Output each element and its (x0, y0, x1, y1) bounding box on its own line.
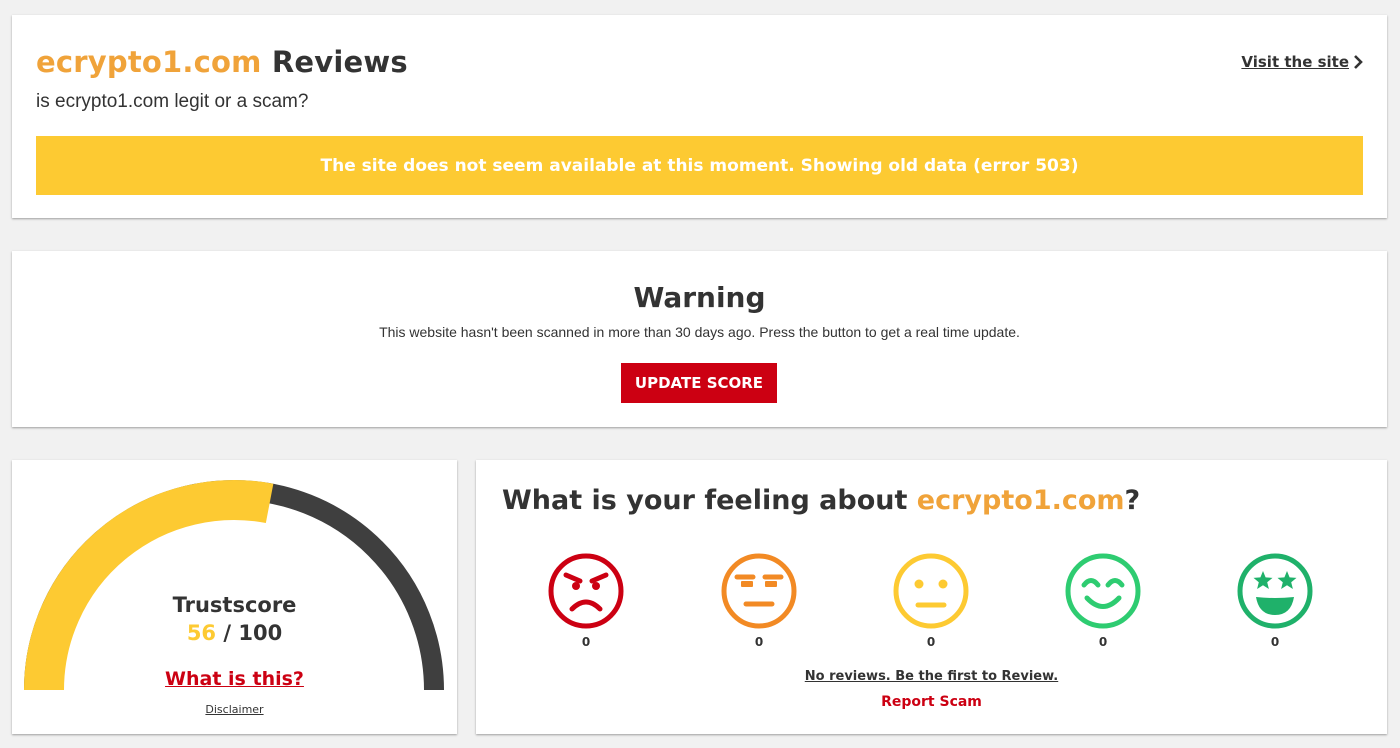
error-banner: The site does not seem available at this… (36, 136, 1363, 195)
angry-face-icon[interactable] (546, 551, 626, 631)
feeling-title: What is your feeling about ecrypto1.com? (502, 485, 1140, 516)
what-is-this-link[interactable]: What is this? (12, 668, 457, 690)
page-title-suffix: Reviews (271, 45, 408, 79)
chevron-right-icon (1354, 55, 1363, 69)
feeling-title-prefix: What is your feeling about (502, 485, 917, 516)
neutral-face-icon[interactable] (891, 551, 971, 631)
trustscore-label: Trustscore (172, 593, 297, 617)
visit-site-label: Visit the site (1241, 53, 1349, 71)
warning-card: Warning This website hasn't been scanned… (12, 251, 1387, 427)
page-title: ecrypto1.com Reviews (36, 45, 408, 79)
neutral-count: 0 (926, 635, 936, 649)
trustscore-separator: / (216, 621, 239, 645)
warning-title: Warning (633, 281, 766, 314)
first-review-link[interactable]: No reviews. Be the first to Review. (476, 669, 1387, 684)
smiling-count: 0 (1098, 635, 1108, 649)
star-eyes-face-icon[interactable] (1235, 551, 1315, 631)
page-title-domain: ecrypto1.com (36, 45, 262, 79)
annoyed-count: 0 (754, 635, 764, 649)
smiling-face-icon[interactable] (1063, 551, 1143, 631)
update-score-button[interactable]: UPDATE SCORE (621, 363, 777, 403)
angry-count: 0 (581, 635, 591, 649)
warning-text: This website hasn't been scanned in more… (379, 324, 1020, 340)
feeling-title-domain: ecrypto1.com (916, 485, 1125, 516)
page-subtitle: is ecrypto1.com legit or a scam? (36, 91, 309, 112)
annoyed-face-icon[interactable] (719, 551, 799, 631)
report-scam-link[interactable]: Report Scam (476, 694, 1387, 710)
feeling-title-suffix: ? (1124, 485, 1141, 516)
visit-site-link[interactable]: Visit the site (1241, 53, 1363, 71)
trustscore-number: 56 (186, 621, 217, 645)
feeling-card: What is your feeling about ecrypto1.com?… (476, 460, 1387, 734)
disclaimer-link[interactable]: Disclaimer (12, 703, 457, 716)
trustscore-card: Trustscore 56 / 100 What is this? Discla… (12, 460, 457, 734)
header-card: ecrypto1.com Reviews is ecrypto1.com leg… (12, 15, 1387, 218)
star-eyes-count: 0 (1270, 635, 1280, 649)
trustscore-value: 56 / 100 (12, 621, 457, 645)
trustscore-max: 100 (238, 621, 283, 645)
